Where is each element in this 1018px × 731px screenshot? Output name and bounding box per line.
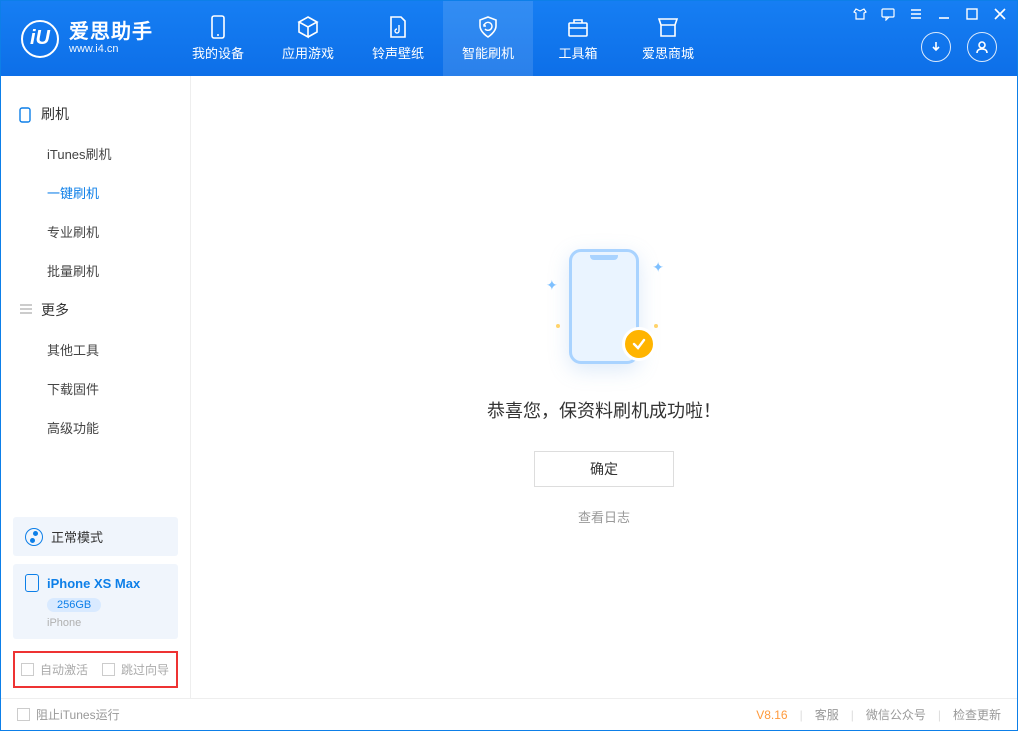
tab-toolbox[interactable]: 工具箱	[533, 1, 623, 76]
group-title-label: 刷机	[41, 104, 69, 124]
footer-link-support[interactable]: 客服	[815, 706, 839, 723]
success-message: 恭喜您，保资料刷机成功啦！	[487, 397, 721, 423]
checkbox-block-itunes[interactable]: 阻止iTunes运行	[17, 706, 120, 723]
header: iU 爱思助手 www.i4.cn 我的设备 应用游戏 铃声壁纸 智能刷机	[1, 1, 1017, 76]
footer: 阻止iTunes运行 V8.16 | 客服 | 微信公众号 | 检查更新	[1, 698, 1017, 730]
shirt-icon[interactable]	[853, 7, 867, 21]
download-button[interactable]	[921, 32, 951, 62]
checkbox-label: 自动激活	[40, 661, 88, 678]
header-right-buttons	[921, 32, 997, 62]
sidebar-item-oneclick-flash[interactable]: 一键刷机	[1, 173, 190, 212]
device-phone-icon	[25, 574, 39, 592]
footer-link-wechat[interactable]: 微信公众号	[866, 706, 926, 723]
phone-outline-icon	[19, 107, 33, 121]
checkbox-icon	[21, 663, 34, 676]
group-title-label: 更多	[41, 300, 69, 320]
tab-label: 铃声壁纸	[372, 43, 424, 62]
sidebar-item-other-tools[interactable]: 其他工具	[1, 330, 190, 369]
sidebar-group-more: 更多	[1, 290, 190, 330]
cube-icon	[296, 15, 320, 39]
logo-icon: iU	[21, 20, 59, 58]
sidebar-item-pro-flash[interactable]: 专业刷机	[1, 212, 190, 251]
app-title: 爱思助手	[69, 21, 153, 43]
tab-label: 我的设备	[192, 43, 244, 62]
mode-label: 正常模式	[51, 527, 103, 546]
tab-my-device[interactable]: 我的设备	[173, 1, 263, 76]
device-name: iPhone XS Max	[47, 576, 140, 591]
version-label: V8.16	[756, 708, 787, 722]
app-subtitle: www.i4.cn	[69, 43, 153, 55]
tab-apps-games[interactable]: 应用游戏	[263, 1, 353, 76]
checkmark-badge-icon	[622, 327, 656, 361]
account-button[interactable]	[967, 32, 997, 62]
device-card[interactable]: iPhone XS Max 256GB iPhone	[13, 564, 178, 639]
device-type: iPhone	[47, 617, 166, 629]
checkbox-icon	[17, 708, 30, 721]
footer-link-update[interactable]: 检查更新	[953, 706, 1001, 723]
mode-status[interactable]: 正常模式	[13, 517, 178, 556]
checkbox-label: 跳过向导	[121, 661, 169, 678]
app-window: iU 爱思助手 www.i4.cn 我的设备 应用游戏 铃声壁纸 智能刷机	[0, 0, 1018, 731]
tab-label: 智能刷机	[462, 43, 514, 62]
mode-icon	[25, 528, 43, 546]
main-content: ✦✦ 恭喜您，保资料刷机成功啦！ 确定 查看日志	[191, 76, 1017, 698]
success-illustration: ✦✦	[554, 249, 654, 369]
checkbox-auto-activate[interactable]: 自动激活	[21, 661, 88, 678]
body: 刷机 iTunes刷机 一键刷机 专业刷机 批量刷机 更多 其他工具 下载固件 …	[1, 76, 1017, 698]
ok-button[interactable]: 确定	[534, 451, 674, 487]
minimize-icon[interactable]	[937, 7, 951, 21]
tab-ringtones-wallpapers[interactable]: 铃声壁纸	[353, 1, 443, 76]
store-icon	[656, 15, 680, 39]
maximize-icon[interactable]	[965, 7, 979, 21]
toolbox-icon	[566, 15, 590, 39]
checkbox-skip-guide[interactable]: 跳过向导	[102, 661, 169, 678]
music-file-icon	[386, 15, 410, 39]
menu-icon[interactable]	[909, 7, 923, 21]
sidebar-item-batch-flash[interactable]: 批量刷机	[1, 251, 190, 290]
tab-label: 应用游戏	[282, 43, 334, 62]
tab-smart-flash[interactable]: 智能刷机	[443, 1, 533, 76]
sidebar-group-flash: 刷机	[1, 94, 190, 134]
close-icon[interactable]	[993, 7, 1007, 21]
logo: iU 爱思助手 www.i4.cn	[1, 20, 173, 58]
sidebar-item-download-firmware[interactable]: 下载固件	[1, 369, 190, 408]
checkbox-icon	[102, 663, 115, 676]
sidebar-item-itunes-flash[interactable]: iTunes刷机	[1, 134, 190, 173]
phone-icon	[206, 15, 230, 39]
window-controls	[853, 7, 1007, 21]
view-log-link[interactable]: 查看日志	[578, 507, 630, 526]
device-storage: 256GB	[47, 598, 101, 612]
sidebar-item-advanced[interactable]: 高级功能	[1, 408, 190, 447]
list-icon	[19, 303, 33, 317]
shield-refresh-icon	[476, 15, 500, 39]
checkbox-label: 阻止iTunes运行	[36, 706, 120, 723]
sidebar: 刷机 iTunes刷机 一键刷机 专业刷机 批量刷机 更多 其他工具 下载固件 …	[1, 76, 191, 698]
tab-label: 工具箱	[558, 43, 597, 62]
option-checkboxes: 自动激活 跳过向导	[13, 651, 178, 688]
tab-label: 爱思商城	[642, 43, 694, 62]
top-tabs: 我的设备 应用游戏 铃声壁纸 智能刷机 工具箱 爱思商城	[173, 1, 713, 76]
feedback-icon[interactable]	[881, 7, 895, 21]
tab-store[interactable]: 爱思商城	[623, 1, 713, 76]
